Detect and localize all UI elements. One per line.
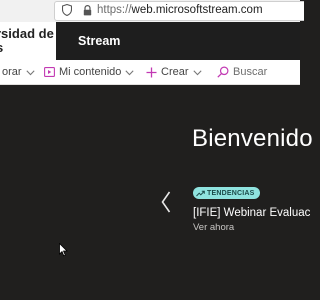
- search-icon: [217, 66, 229, 78]
- chevron-left-icon: [161, 191, 171, 213]
- url-scheme: https://: [97, 4, 132, 16]
- explore-label: orar: [2, 66, 22, 78]
- create-menu[interactable]: Crear: [146, 60, 202, 84]
- plus-icon: [146, 67, 157, 77]
- browser-address-bar: https://web.microsoftstream.com: [0, 0, 304, 23]
- toolbar: orar Mi contenido Crear Buscar: [0, 60, 300, 85]
- video-icon: [44, 67, 55, 77]
- org-name-line2: s: [0, 41, 56, 55]
- chevron-down-icon: [25, 69, 35, 75]
- featured-video-title[interactable]: [IFIE] Webinar Evaluac: [193, 207, 310, 219]
- url-text[interactable]: https://web.microsoftstream.com: [97, 4, 263, 16]
- org-name: rsidad de s: [0, 27, 56, 55]
- app-header: rsidad de s Stream: [0, 22, 300, 60]
- create-label: Crear: [161, 66, 189, 78]
- my-content-label: Mi contenido: [59, 66, 122, 78]
- search-box[interactable]: Buscar: [217, 60, 271, 84]
- explore-menu[interactable]: orar: [0, 60, 35, 84]
- trending-label: TENDENCIAS: [207, 189, 255, 197]
- shield-icon[interactable]: [62, 4, 72, 16]
- url-domain: web.microsoftstream.com: [131, 4, 263, 16]
- trending-icon: [196, 190, 205, 196]
- lock-icon[interactable]: [83, 5, 92, 16]
- carousel-prev-button[interactable]: [158, 190, 174, 214]
- chevron-down-icon: [125, 69, 134, 75]
- trending-badge: TENDENCIAS: [193, 187, 260, 199]
- chevron-down-icon: [192, 69, 202, 75]
- org-logo[interactable]: rsidad de s: [0, 22, 56, 60]
- mouse-pointer-icon: [59, 243, 68, 257]
- search-placeholder: Buscar: [233, 66, 268, 78]
- app-name[interactable]: Stream: [78, 34, 120, 48]
- watch-now-link[interactable]: Ver ahora: [193, 222, 234, 233]
- my-content-menu[interactable]: Mi contenido: [44, 60, 134, 84]
- hero-title: Bienvenido: [192, 125, 313, 152]
- org-name-line1: rsidad de: [0, 26, 54, 41]
